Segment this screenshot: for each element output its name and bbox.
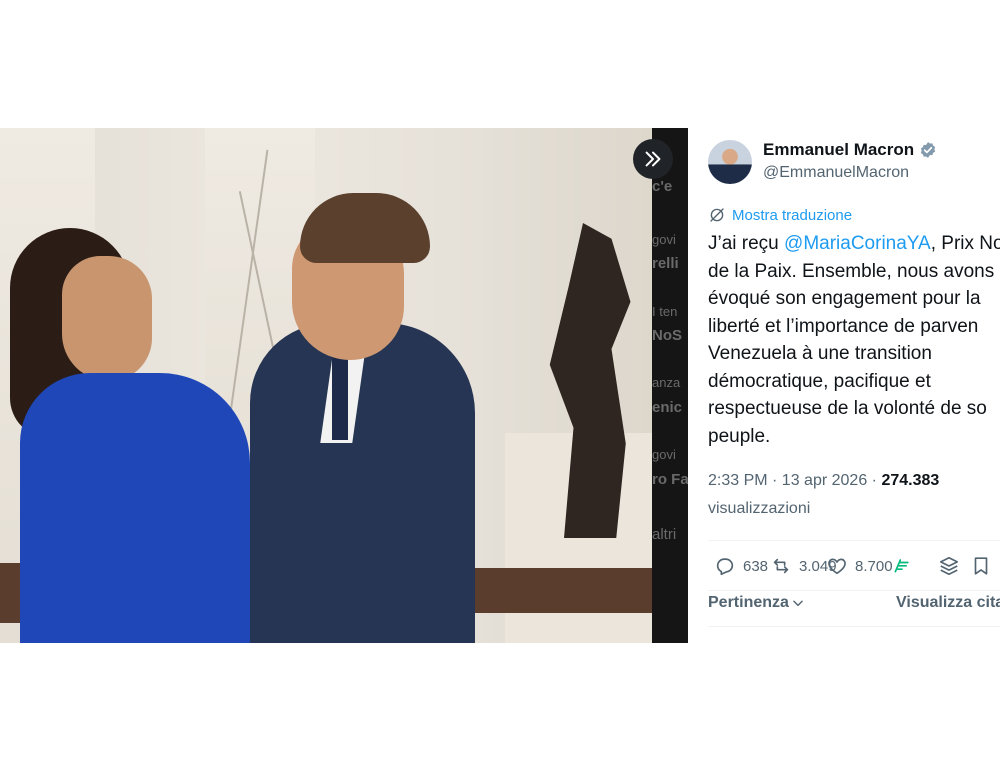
author-name-row[interactable]: Emmanuel Macron — [763, 140, 937, 160]
tweet-timestamp[interactable]: 2:33 PM · 13 apr 2026 · 274.383 — [708, 472, 939, 490]
bookmark-icon — [974, 557, 988, 575]
tweet-line: évoqué son engagement pour la — [708, 288, 981, 309]
grok-leaf-icon — [894, 559, 909, 573]
views-label: visualizzazioni — [708, 500, 811, 517]
translate-link[interactable]: Mostra traduzione — [708, 206, 852, 224]
like-count: 8.700 — [855, 557, 893, 575]
sort-label[interactable]: Pertinenza — [708, 594, 789, 612]
man-navy-suit — [250, 323, 475, 643]
tweet-line: liberté et l’importance de parven — [708, 315, 979, 337]
background-timeline-strip: c'e govi relli I ten NoS anza enic govi … — [652, 128, 688, 643]
woman-blue-suit — [20, 373, 250, 643]
media-viewer[interactable]: c'e govi relli I ten NoS anza enic govi … — [0, 128, 688, 643]
man-tie — [332, 350, 348, 440]
time-date[interactable]: 2:33 PM · 13 apr 2026 · — [708, 472, 881, 489]
man-hair — [300, 193, 430, 263]
strip-text: govi — [652, 447, 676, 462]
heart-icon — [828, 558, 846, 575]
tweet-line: Venezuela à une transition — [708, 343, 932, 364]
tweet-text-fragment: J’ai reçu — [708, 233, 785, 254]
verified-badge-icon — [921, 142, 936, 158]
woman-face — [62, 256, 152, 381]
divider — [708, 540, 1000, 541]
action-bar: 638 3.049 8.700 — [708, 555, 1000, 581]
tweet-text: J’ai reçu @MariaCorinaYA, Prix No de la … — [708, 230, 1000, 450]
tweet-line: J’ai reçu @MariaCorinaYA, Prix No — [708, 230, 1000, 258]
divider — [708, 590, 1000, 591]
strip-text: c'e — [652, 178, 673, 195]
tweet-line: de la Paix. Ensemble, nous avons — [708, 260, 995, 282]
strip-text: govi — [652, 232, 676, 247]
reply-count: 638 — [743, 557, 769, 575]
strip-text: anza — [652, 375, 681, 390]
reply-icon — [716, 558, 734, 576]
reply-button[interactable]: 638 — [714, 555, 768, 577]
tweet-line: peuple. — [708, 425, 771, 447]
sort-dropdown[interactable]: Pertinenza — [708, 594, 805, 612]
author-handle[interactable]: @EmmanuelMacron — [763, 164, 909, 182]
views-count: 274.383 — [881, 472, 940, 489]
bookmark-button[interactable] — [970, 555, 992, 577]
strip-text: relli — [652, 255, 679, 272]
strip-text: altri — [652, 526, 677, 543]
tweet-panel: Emmanuel Macron @EmmanuelMacron Mostra t… — [708, 128, 1000, 643]
like-button[interactable]: 8.700 — [826, 555, 893, 577]
translate-label[interactable]: Mostra traduzione — [732, 207, 852, 224]
expand-icon[interactable] — [633, 139, 673, 179]
avatar[interactable] — [708, 140, 752, 184]
layers-button[interactable] — [938, 555, 960, 577]
tweet-line: respectueuse de la volonté de so — [708, 398, 987, 419]
tweet-line: démocratique, pacifique et — [708, 370, 931, 392]
strip-text: ro Fa — [652, 471, 688, 488]
view-quotes-link[interactable]: Visualizza cita — [896, 594, 1000, 612]
tweet-text-fragment: , Prix No — [930, 233, 1000, 254]
mention-link[interactable]: @MariaCorinaYA — [784, 233, 931, 254]
chevron-down-icon — [793, 600, 803, 607]
author-name[interactable]: Emmanuel Macron — [763, 140, 914, 160]
repost-icon — [773, 558, 789, 574]
double-chevron-right-icon — [645, 151, 661, 167]
strip-text: enic — [652, 399, 683, 416]
divider — [708, 626, 1000, 627]
strip-text: I ten — [652, 304, 678, 319]
layers-icon — [939, 556, 959, 576]
grok-button[interactable] — [892, 555, 912, 575]
tweet-photo[interactable] — [0, 128, 652, 643]
strip-text: NoS — [652, 327, 682, 344]
translate-icon — [710, 208, 724, 222]
